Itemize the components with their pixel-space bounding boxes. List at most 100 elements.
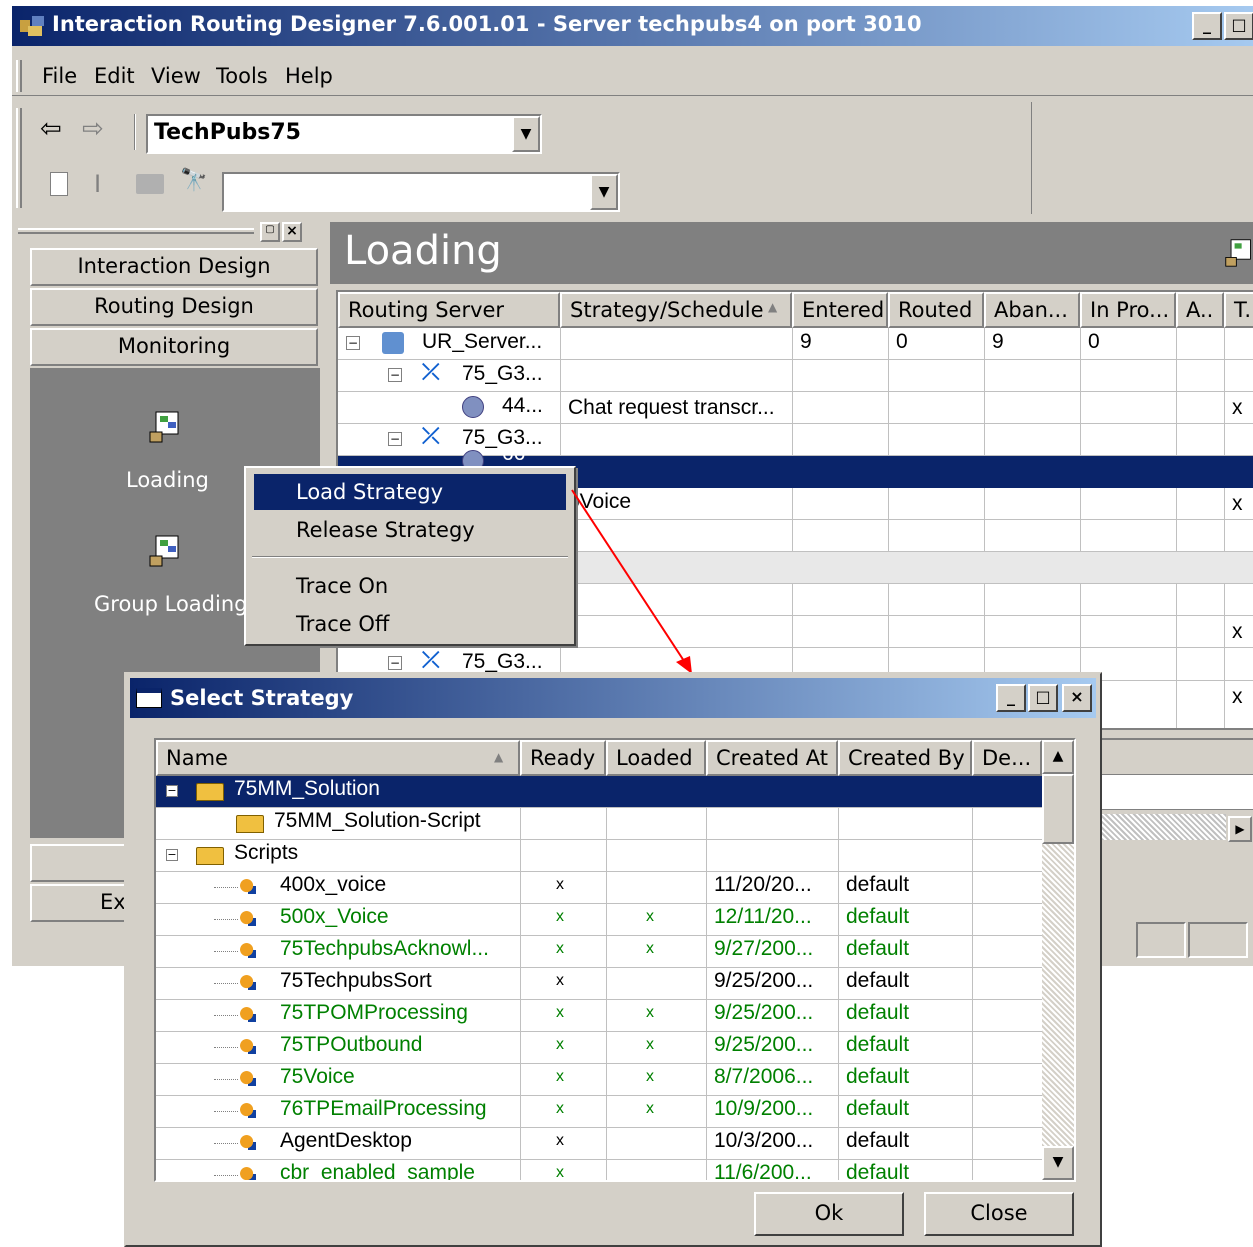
cell-ready: x [556, 908, 564, 925]
list-row[interactable]: 75TPOMProcessing x x 9/25/200... default [156, 1000, 1042, 1032]
cell-ready: x [556, 1164, 564, 1180]
col-ready[interactable]: Ready [520, 740, 606, 776]
col-aban[interactable]: Aban... [984, 292, 1080, 328]
list-row[interactable]: 75TechpubsSort x 9/25/200... default [156, 968, 1042, 1000]
dialog-title-bar[interactable]: Select Strategy _ □ × [130, 678, 1096, 718]
nav-interaction-design[interactable]: Interaction Design [30, 248, 318, 286]
dialog-maximize-button[interactable]: □ [1028, 684, 1058, 712]
maximize-button[interactable]: □ [1224, 12, 1253, 40]
menu-view[interactable]: View [151, 64, 201, 88]
folder-icon [196, 783, 224, 801]
cell-loaded: x [646, 1004, 654, 1021]
sidebar-grip [18, 228, 254, 234]
list-row[interactable]: 75MM_Solution-Script [156, 808, 1042, 840]
menu-release-strategy[interactable]: Release Strategy [254, 512, 566, 548]
scroll-right-button[interactable]: ▶ [1228, 816, 1252, 842]
cell-loaded: x [646, 1100, 654, 1117]
new-icon[interactable] [50, 172, 68, 196]
collapse-icon[interactable]: − [166, 785, 178, 797]
col-a[interactable]: A.. [1176, 292, 1224, 328]
find-binoculars-icon[interactable]: 🔭 [180, 168, 207, 193]
tree-line [214, 919, 238, 920]
cell-created-by: default [846, 905, 910, 928]
table-row[interactable]: − UR_Server... 9 0 9 0 [338, 328, 1253, 360]
menu-file[interactable]: File [42, 64, 77, 88]
back-arrow-icon[interactable]: ⇦ [40, 114, 62, 144]
list-row[interactable]: cbr_enabled_sample x 11/6/200... default [156, 1160, 1042, 1180]
cell-created-at: 11/6/200... [714, 1161, 812, 1180]
minimize-button[interactable]: _ [1192, 12, 1222, 40]
collapse-icon[interactable]: − [388, 368, 402, 382]
list-row[interactable]: 75Voice x x 8/7/2006... default [156, 1064, 1042, 1096]
cell-entered: 9 [800, 330, 812, 353]
menu-edit[interactable]: Edit [94, 64, 135, 88]
vertical-scrollbar[interactable]: ▲ ▼ [1042, 740, 1074, 1180]
col-routing-server[interactable]: Routing Server [338, 292, 560, 328]
collapse-icon[interactable]: − [388, 656, 402, 670]
col-entered[interactable]: Entered [792, 292, 888, 328]
cell-ready: x [556, 1068, 564, 1085]
forward-arrow-icon[interactable]: ⇨ [82, 114, 104, 144]
list-row[interactable]: 76TPEmailProcessing x x 10/9/200... default [156, 1096, 1042, 1128]
dialog-close-button[interactable]: × [1062, 684, 1092, 712]
loading-label[interactable]: Loading [126, 468, 209, 492]
col-de[interactable]: De... [972, 740, 1042, 776]
scroll-thumb[interactable] [1042, 774, 1074, 844]
open-folder-icon[interactable] [136, 174, 164, 194]
tenant-dropdown-button[interactable]: ▼ [512, 116, 540, 152]
search-select[interactable]: ▼ [222, 172, 620, 212]
tenant-select[interactable]: TechPubs75 ▼ [146, 114, 542, 154]
scroll-down-button[interactable]: ▼ [1042, 1146, 1074, 1180]
cell-name: cbr_enabled_sample [280, 1161, 475, 1180]
col-t[interactable]: T.. [1224, 292, 1253, 328]
sidebar-close-button[interactable]: × [282, 222, 302, 242]
select-strategy-dialog: Select Strategy _ □ × Name ▲ Ready Loade… [124, 672, 1102, 1247]
col-loaded[interactable]: Loaded [606, 740, 706, 776]
cell-created-by: default [846, 873, 910, 896]
table-row[interactable]: − ⤫ 75_G3... [338, 360, 1253, 392]
col-in-pro[interactable]: In Pro... [1080, 292, 1176, 328]
cell-created-by: default [846, 969, 910, 992]
cell-created-at: 9/27/200... [714, 937, 814, 960]
loading-icon[interactable] [148, 410, 182, 444]
ok-button[interactable]: Ok [754, 1192, 904, 1236]
scroll-up-button[interactable]: ▲ [1042, 740, 1074, 774]
list-row[interactable]: 400x_voice x 11/20/20... default [156, 872, 1042, 904]
loading-title: Loading [344, 228, 502, 274]
sidebar-restore-button[interactable]: ▢ [260, 222, 280, 242]
collapse-icon[interactable]: − [166, 849, 178, 861]
close-button[interactable]: Close [924, 1192, 1074, 1236]
col-created-at[interactable]: Created At [706, 740, 838, 776]
list-row[interactable]: 500x_Voice x x 12/11/20... default [156, 904, 1042, 936]
cell-ready: x [556, 876, 564, 893]
col-created-by[interactable]: Created By [838, 740, 972, 776]
cell-routed: 0 [896, 330, 908, 353]
list-row[interactable]: AgentDesktop x 10/3/200... default [156, 1128, 1042, 1160]
col-strategy-schedule[interactable]: Strategy/Schedule [560, 292, 792, 328]
list-row[interactable]: 75TechpubsAcknowl... x x 9/27/200... default [156, 936, 1042, 968]
main-title-bar[interactable]: Interaction Routing Designer 7.6.001.01 … [12, 6, 1253, 46]
search-dropdown-button[interactable]: ▼ [590, 174, 618, 210]
group-loading-label[interactable]: Group Loading [94, 592, 247, 616]
group-loading-icon[interactable] [148, 534, 182, 568]
menu-help[interactable]: Help [285, 64, 333, 88]
table-row[interactable]: 44... Chat request transcr... x [338, 392, 1253, 424]
collapse-icon[interactable]: − [388, 432, 402, 446]
list-row[interactable]: 75TPOutbound x x 9/25/200... default [156, 1032, 1042, 1064]
col-name[interactable]: Name [156, 740, 520, 776]
menu-trace-on[interactable]: Trace On [254, 568, 566, 604]
menu-trace-off[interactable]: Trace Off [254, 606, 566, 642]
col-routed[interactable]: Routed [888, 292, 984, 328]
list-row[interactable]: − Scripts [156, 840, 1042, 872]
rename-icon[interactable]: I [94, 170, 101, 198]
nav-monitoring[interactable]: Monitoring [30, 328, 318, 366]
collapse-icon[interactable]: − [346, 336, 360, 350]
dialog-minimize-button[interactable]: _ [996, 684, 1026, 712]
menu-tools[interactable]: Tools [216, 64, 268, 88]
list-row-selected[interactable]: − 75MM_Solution [156, 776, 1042, 808]
cell-routing-server: 44... [502, 394, 543, 417]
nav-routing-design[interactable]: Routing Design [30, 288, 318, 326]
routing-point-icon: ⤫ [422, 424, 440, 449]
tree-line [214, 1079, 238, 1080]
menu-load-strategy[interactable]: Load Strategy [254, 474, 566, 510]
